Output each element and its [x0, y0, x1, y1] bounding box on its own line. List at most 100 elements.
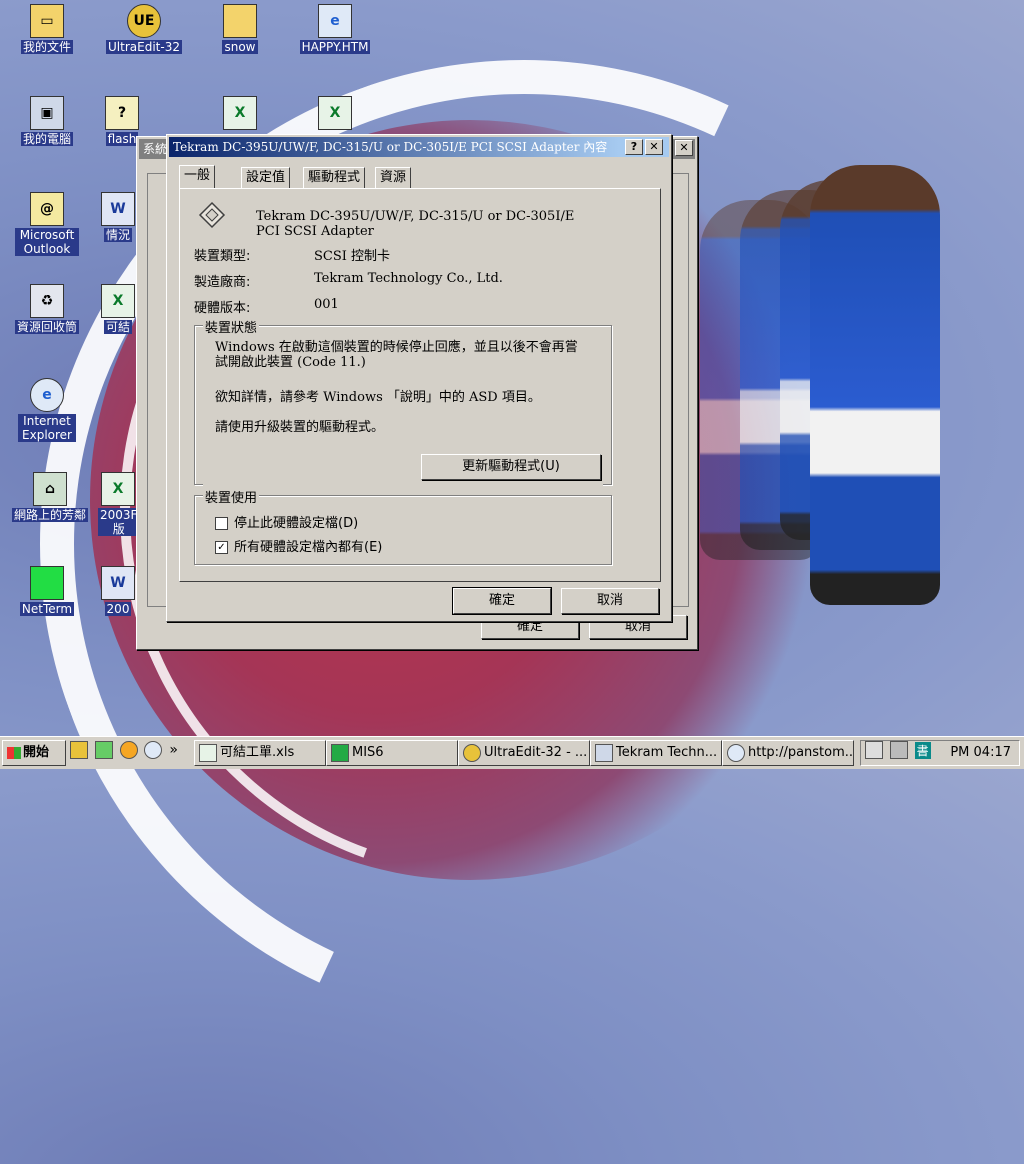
help-file-icon: ? [105, 96, 139, 130]
desktop-icon-label: Internet Explorer [18, 414, 76, 442]
ok-button[interactable]: 確定 [452, 587, 552, 615]
tab-driver[interactable]: 驅動程式 [303, 167, 366, 188]
windows-logo-icon [7, 746, 21, 759]
device-properties-window[interactable]: Tekram DC-395U/UW/F, DC-315/U or DC-305I… [166, 134, 672, 622]
desktop-icon-word-2[interactable]: W 200 [98, 566, 138, 616]
excel-file-icon: X [101, 284, 135, 318]
system-properties-close-button[interactable]: ✕ [675, 140, 693, 156]
word-file-icon: W [101, 192, 135, 226]
quick-launch-app-icon[interactable] [94, 741, 113, 759]
device-name: Tekram DC-395U/UW/F, DC-315/U or DC-305I… [256, 209, 575, 239]
device-status-message: Windows 在啟動這個裝置的時候停止回應，並且以後不會再嘗試開啟此裝置 (C… [215, 340, 578, 370]
ultraedit-icon: UE [127, 4, 161, 38]
update-driver-button[interactable]: 更新驅動程式(U) [421, 454, 601, 480]
html-file-icon: e [318, 4, 352, 38]
network-icon: ⌂ [33, 472, 67, 506]
quick-launch-media-icon[interactable] [119, 741, 138, 759]
desktop-icon-label: 200 [104, 602, 132, 616]
outlook-icon: @ [30, 192, 64, 226]
desktop-icon-label: snow [222, 40, 258, 54]
desktop-icon-ultraedit[interactable]: UE UltraEdit-32 [99, 4, 189, 54]
quick-launch: » [70, 741, 188, 765]
desktop-icon-my-computer[interactable]: ▣ 我的電腦 [2, 96, 92, 146]
quick-launch-desktop-icon[interactable] [70, 741, 88, 759]
start-button[interactable]: 開始 [2, 740, 66, 766]
desktop-icon-snow[interactable]: snow [195, 4, 285, 54]
recycle-bin-icon: ♻ [30, 284, 64, 318]
desktop-icon-label: 我的文件 [20, 40, 73, 54]
taskbar-item-mis6[interactable]: MIS6 [326, 740, 458, 766]
desktop-icon-label: NetTerm [19, 602, 75, 616]
excel-file-icon: X [223, 96, 257, 130]
system-tray: 書 PM 04:17 [860, 740, 1020, 766]
desktop-icon-internet-explorer[interactable]: e Internet Explorer [2, 378, 92, 442]
desktop-icon-recycle-bin[interactable]: ♻ 資源回收筒 [2, 284, 92, 334]
tab-strip: 一般 設定值 驅動程式 資源 [179, 165, 659, 189]
exists-in-all-profiles-option[interactable]: ✓ 所有硬體設定檔內都有(E) [215, 536, 382, 555]
taskbar-item-browser[interactable]: http://panstom.... [722, 740, 854, 766]
word-file-icon: W [101, 566, 135, 600]
taskbar-item-tekram[interactable]: Tekram Techn... [590, 740, 722, 766]
folder-icon [223, 4, 257, 38]
taskbar-item-ultraedit[interactable]: UltraEdit-32 - ... [458, 740, 590, 766]
device-status-help: 欲知詳情，請參考 Windows 「說明」中的 ASD 項目。 [215, 390, 541, 405]
desktop-icon-label: 2003F 版 [98, 508, 140, 536]
desktop-icon-label: Microsoft Outlook [15, 228, 79, 256]
desktop-icon-netterm[interactable]: NetTerm [2, 566, 92, 616]
terminal-icon [331, 743, 349, 762]
close-button[interactable]: ✕ [645, 139, 663, 155]
device-manager-icon [595, 743, 613, 762]
desktop-icon-label: UltraEdit-32 [106, 40, 182, 54]
folder-icon: ▭ [30, 4, 64, 38]
tab-resources[interactable]: 資源 [375, 167, 412, 188]
ime-icon[interactable]: 書 [914, 741, 931, 759]
desktop-icon-label: 情況 [103, 228, 132, 242]
taskbar: 開始 » 可結工單.xls MIS6 UltraEdit-32 - ... Te… [0, 736, 1024, 769]
tab-general[interactable]: 一般 [179, 165, 216, 188]
desktop-icon-network-places[interactable]: ⌂ 網路上的芳鄰 [2, 472, 98, 522]
internet-explorer-icon: e [30, 378, 64, 412]
cancel-button[interactable]: 取消 [561, 588, 659, 614]
manufacturer-label: 製造廠商: [194, 275, 251, 290]
help-button[interactable]: ? [625, 139, 643, 155]
desktop-icon-label: 可結 [103, 320, 132, 334]
device-properties-titlebar-text[interactable]: Tekram DC-395U/UW/F, DC-315/U or DC-305I… [169, 137, 619, 157]
desktop-icon-label: flash [105, 132, 139, 146]
tab-panel-general: Tekram DC-395U/UW/F, DC-315/U or DC-305I… [179, 188, 661, 582]
system-properties-title: 系統 [143, 142, 168, 156]
quick-launch-ie-icon[interactable] [144, 741, 163, 759]
device-status-group: 裝置狀態 Windows 在啟動這個裝置的時候停止回應，並且以後不會再嘗試開啟此… [194, 317, 612, 486]
excel-file-icon: X [318, 96, 352, 130]
desktop-icon-excel-2[interactable]: X [290, 96, 380, 132]
hardware-version-value: 001 [314, 297, 339, 312]
taskbar-item-excel[interactable]: 可結工單.xls [194, 740, 326, 766]
pen-icon[interactable] [889, 741, 908, 759]
device-type-value: SCSI 控制卡 [314, 249, 391, 264]
disable-in-profile-checkbox[interactable] [215, 517, 228, 530]
desktop-icon-excel-1[interactable]: X [195, 96, 285, 132]
internet-explorer-icon [727, 743, 745, 762]
exists-in-all-profiles-checkbox[interactable]: ✓ [215, 541, 228, 554]
desktop-icon-label: 資源回收筒 [14, 320, 79, 334]
excel-icon [199, 743, 217, 762]
wallpaper-player [810, 165, 940, 605]
desktop-icon-label: 網路上的芳鄰 [11, 508, 88, 522]
desktop-icon-happy-htm[interactable]: e HAPPY.HTM [290, 4, 380, 54]
desktop-icon-label: HAPPY.HTM [299, 40, 371, 54]
quick-launch-chevron[interactable]: » [169, 742, 178, 758]
hardware-version-label: 硬體版本: [194, 301, 251, 316]
desktop-icon-excel-3[interactable]: X 可結 [98, 284, 138, 334]
desktop-icon-word-1[interactable]: W 情況 [98, 192, 138, 242]
manufacturer-value: Tekram Technology Co., Ltd. [314, 271, 503, 286]
clock[interactable]: PM 04:17 [950, 745, 1011, 760]
volume-icon[interactable] [865, 741, 883, 759]
disable-in-profile-option[interactable]: 停止此硬體設定檔(D) [215, 512, 358, 531]
tab-settings[interactable]: 設定值 [241, 167, 291, 188]
desktop-icon-outlook[interactable]: @ Microsoft Outlook [2, 192, 92, 256]
computer-icon: ▣ [30, 96, 64, 130]
desktop-icon-excel-4[interactable]: X 2003F 版 [98, 472, 140, 536]
device-status-advice: 請使用升級裝置的驅動程式。 [215, 420, 385, 435]
device-type-label: 裝置類型: [194, 249, 251, 264]
desktop-icon-my-documents[interactable]: ▭ 我的文件 [2, 4, 92, 54]
scsi-adapter-icon [198, 201, 226, 229]
